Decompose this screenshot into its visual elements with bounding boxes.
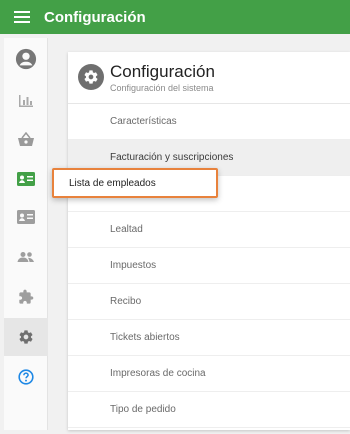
menu-item-impuestos[interactable]: Impuestos [68,248,350,284]
menu-item-recibo[interactable]: Recibo [68,284,350,320]
app-top-bar: Configuración [0,0,350,34]
settings-gear-icon [78,64,104,90]
hamburger-menu-icon[interactable] [0,0,44,34]
account-circle-icon[interactable] [4,40,48,78]
puzzle-piece-icon[interactable] [4,278,48,316]
menu-item-caracteristicas[interactable]: Características [68,104,350,140]
bar-chart-icon[interactable] [4,82,48,120]
settings-header: Configuración Configuración del sistema [68,52,350,104]
page-title: Configuración [44,8,146,26]
employee-badge-icon[interactable] [4,160,48,198]
settings-subtitle: Configuración del sistema [110,83,214,93]
menu-item-tipo-pedido[interactable]: Tipo de pedido [68,392,350,428]
menu-item-lealtad[interactable]: Lealtad [68,212,350,248]
shopping-basket-icon[interactable] [4,120,48,158]
menu-item-tickets-abiertos[interactable]: Tickets abiertos [68,320,350,356]
help-circle-icon[interactable] [4,358,48,396]
employee-list-tooltip[interactable]: Lista de empleados [52,168,218,198]
people-icon[interactable] [4,238,48,276]
customer-card-icon[interactable] [4,198,48,236]
gear-icon[interactable] [4,318,48,356]
settings-title: Configuración [110,62,215,81]
settings-card: Configuración Configuración del sistema … [68,52,350,430]
menu-item-impresoras-cocina[interactable]: Impresoras de cocina [68,356,350,392]
sidebar [4,38,48,430]
